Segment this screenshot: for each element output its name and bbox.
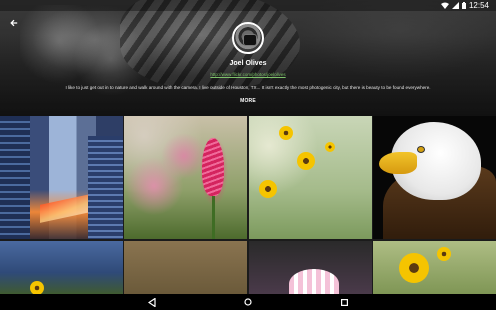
nav-recents-icon <box>340 298 348 306</box>
nav-recents-button[interactable] <box>337 295 351 309</box>
back-button[interactable] <box>6 15 22 31</box>
wifi-icon <box>440 2 449 9</box>
photo-tile[interactable] <box>124 241 248 294</box>
photo-tile[interactable] <box>372 116 496 239</box>
photo-tile[interactable] <box>124 116 248 239</box>
photo-grid <box>0 116 496 294</box>
nav-back-icon <box>148 297 156 307</box>
avatar <box>232 22 264 54</box>
signal-icon <box>451 2 459 9</box>
profile-name: Joel Olives <box>229 60 267 67</box>
profile-url-link[interactable]: http://www.flickr.com/photos/joelolives <box>0 72 496 77</box>
more-button[interactable]: MORE <box>240 98 256 104</box>
photo-tile[interactable] <box>372 241 496 294</box>
photo-tile[interactable] <box>248 116 372 239</box>
profile-bio: I like to just get out in to nature and … <box>65 85 431 90</box>
photo-tile[interactable] <box>0 116 123 239</box>
arrow-back-icon <box>10 19 18 27</box>
photo-tile[interactable] <box>0 241 123 294</box>
status-bar: 12:54 <box>0 0 496 11</box>
battery-icon <box>461 2 466 9</box>
photo-tile[interactable] <box>248 241 372 294</box>
nav-home-button[interactable] <box>241 295 255 309</box>
status-time: 12:54 <box>468 1 489 10</box>
nav-back-button[interactable] <box>145 295 159 309</box>
navigation-bar <box>0 294 496 310</box>
nav-home-icon <box>244 298 252 306</box>
